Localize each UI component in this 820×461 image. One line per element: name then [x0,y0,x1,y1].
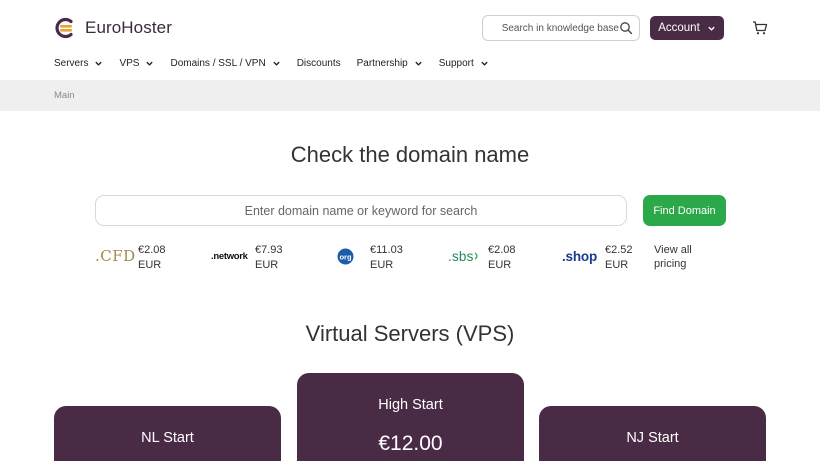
nav-label: Partnership [356,57,408,69]
domain-section-title: Check the domain name [290,142,530,167]
tld-item-shop[interactable]: .shop €2.52 EUR [562,241,652,273]
nav-item-discounts[interactable]: Discounts [297,58,341,69]
breadcrumb-main[interactable]: Main [54,90,75,101]
plan-name: High Start [378,397,443,413]
sbs-logo-icon: .sbs [448,246,484,266]
tld-price-block: €2.52 EUR [605,243,633,273]
tld-logo-text: .network [211,250,248,262]
find-domain-button[interactable]: Find Domain [643,195,726,226]
tld-price-block: €7.93 EUR [255,243,283,273]
tld-price: €2.08 [138,244,166,256]
plan-card-nj-start[interactable]: NJ Start [539,406,766,461]
eurohoster-logo-icon [55,17,73,39]
tld-price-block: €2.08 EUR [488,243,516,273]
org-logo-icon: org [337,246,357,266]
plan-name: NL Start [141,430,194,446]
chevron-down-icon [708,26,715,31]
cfd-logo-icon: .CFD [95,246,135,266]
tld-logo-text: .shop [562,248,597,264]
tld-item-cfd[interactable]: .CFD €2.08 EUR [95,241,185,273]
tld-item-org[interactable]: org €11.03 EUR [337,241,417,273]
account-button[interactable]: Account [650,16,724,40]
nav-item-partnership[interactable]: Partnership [357,58,423,69]
tld-currency: EUR [370,259,394,271]
main-nav: Servers VPS Domains / SSL / VPN Discount… [54,55,505,71]
account-label: Account [658,22,700,34]
chevron-down-icon [415,61,422,66]
plan-name: NJ Start [626,430,679,446]
shop-logo-icon: .shop [562,246,602,266]
nav-label: Servers [54,57,89,69]
tld-currency: EUR [138,259,162,271]
tld-price: €2.52 [605,244,633,256]
nav-item-domains[interactable]: Domains / SSL / VPN [170,58,280,69]
knowledge-search-input[interactable] [491,16,619,40]
knowledge-search[interactable] [482,15,640,41]
nav-item-support[interactable]: Support [439,58,489,69]
nav-item-servers[interactable]: Servers [54,58,103,69]
org-badge-icon: org [337,248,354,264]
svg-text:org: org [339,252,352,261]
breadcrumb: Main [0,80,820,111]
tld-price: €2.08 [488,244,516,256]
brand-name: EuroHoster [85,18,172,37]
tld-price: €7.93 [255,244,283,256]
nav-label: Domains / SSL / VPN [170,57,266,69]
tld-price-block: €11.03 EUR [370,243,403,273]
tld-currency: EUR [255,259,279,271]
network-logo-icon: .network [211,246,251,266]
plan-card-nl-start[interactable]: NL Start [54,406,281,461]
view-all-pricing-link[interactable]: View all pricing [654,243,704,271]
tld-item-sbs[interactable]: .sbs €2.08 EUR [448,241,538,273]
vps-section-title: Virtual Servers (VPS) [305,321,515,346]
tld-item-network[interactable]: .network €7.93 EUR [211,241,301,273]
tld-currency: EUR [488,259,512,271]
chevron-down-icon [481,61,488,66]
search-icon[interactable] [619,21,633,35]
tld-logo-text: .sbs [448,248,474,264]
tld-currency: EUR [605,259,629,271]
sbs-accent-icon [474,252,478,260]
tld-price: €11.03 [370,244,403,256]
nav-label: Support [438,57,474,69]
plan-price: €12.00 [378,432,443,455]
nav-item-vps[interactable]: VPS [119,58,154,69]
chevron-down-icon [146,61,154,66]
domain-search-input[interactable] [96,196,626,225]
chevron-down-icon [273,61,280,66]
tld-logo-text: .CFD [95,247,136,265]
nav-label: VPS [119,57,140,69]
plan-card-high-start[interactable]: High Start €12.00 [297,373,524,461]
tld-price-block: €2.08 EUR [138,243,166,273]
cart-icon[interactable] [752,20,768,36]
brand-logo[interactable]: EuroHoster [54,16,172,40]
chevron-down-icon [95,61,103,66]
site-header: EuroHoster Account Servers VPS Domains /… [0,0,820,80]
nav-label: Discounts [296,57,341,69]
domain-search-field[interactable] [95,195,627,226]
